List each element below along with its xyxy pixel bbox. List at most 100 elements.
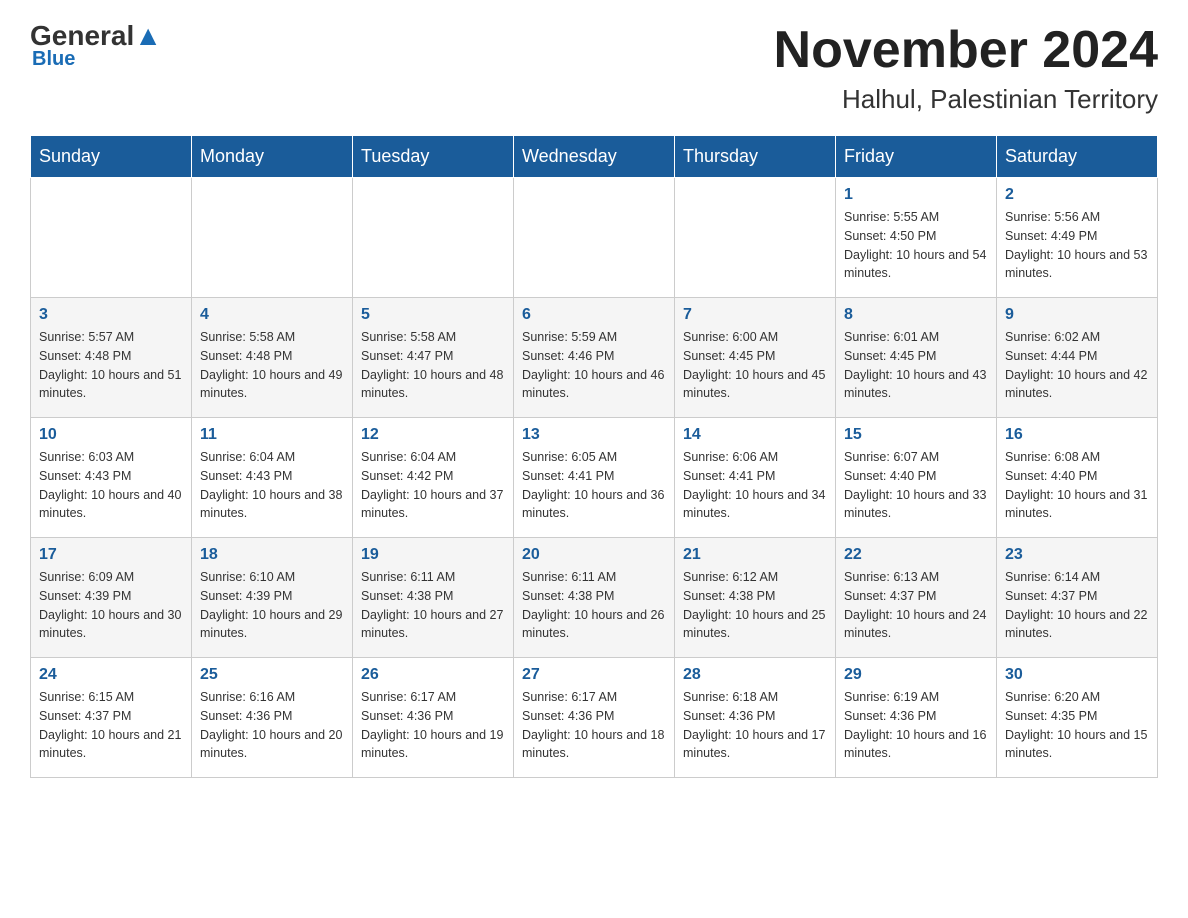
calendar-day-cell: 14 Sunrise: 6:06 AM Sunset: 4:41 PM Dayli… (675, 418, 836, 538)
calendar-day-cell: 12 Sunrise: 6:04 AM Sunset: 4:42 PM Dayli… (353, 418, 514, 538)
calendar-day-cell: 26 Sunrise: 6:17 AM Sunset: 4:36 PM Dayli… (353, 658, 514, 778)
day-info: Sunrise: 6:17 AM Sunset: 4:36 PM Dayligh… (361, 688, 505, 763)
day-info: Sunrise: 6:09 AM Sunset: 4:39 PM Dayligh… (39, 568, 183, 643)
calendar-day-cell: 15 Sunrise: 6:07 AM Sunset: 4:40 PM Dayli… (836, 418, 997, 538)
day-info: Sunrise: 6:20 AM Sunset: 4:35 PM Dayligh… (1005, 688, 1149, 763)
day-info: Sunrise: 5:58 AM Sunset: 4:47 PM Dayligh… (361, 328, 505, 403)
calendar-day-cell: 29Sunrise: 6:19 AM Sunset: 4:36 PM Dayli… (836, 658, 997, 778)
day-info: Sunrise: 6:12 AM Sunset: 4:38 PM Dayligh… (683, 568, 827, 643)
day-number: 20 (522, 546, 666, 564)
month-title: November 2024 (774, 20, 1158, 80)
calendar-day-cell (353, 178, 514, 298)
day-number: 9 (1005, 306, 1149, 324)
day-info: Sunrise: 5:56 AM Sunset: 4:49 PM Dayligh… (1005, 208, 1149, 283)
calendar-day-cell: 21Sunrise: 6:12 AM Sunset: 4:38 PM Dayli… (675, 538, 836, 658)
calendar-day-cell (31, 178, 192, 298)
calendar-day-cell (514, 178, 675, 298)
day-number: 30 (1005, 666, 1149, 684)
calendar-day-cell: 30 Sunrise: 6:20 AM Sunset: 4:35 PM Dayli… (997, 658, 1158, 778)
calendar-day-cell: 1 Sunrise: 5:55 AM Sunset: 4:50 PM Daylig… (836, 178, 997, 298)
calendar-day-cell: 13 Sunrise: 6:05 AM Sunset: 4:41 PM Dayli… (514, 418, 675, 538)
day-number: 18 (200, 546, 344, 564)
logo-blue-text: ▲ (134, 20, 162, 52)
calendar-day-cell: 5 Sunrise: 5:58 AM Sunset: 4:47 PM Daylig… (353, 298, 514, 418)
day-number: 19 (361, 546, 505, 564)
logo: General ▲ Blue (30, 20, 162, 71)
calendar-header-row: SundayMondayTuesdayWednesdayThursdayFrid… (31, 136, 1158, 178)
calendar-day-cell: 8 Sunrise: 6:01 AM Sunset: 4:45 PM Daylig… (836, 298, 997, 418)
calendar-day-cell: 20 Sunrise: 6:11 AM Sunset: 4:38 PM Dayli… (514, 538, 675, 658)
day-number: 4 (200, 306, 344, 324)
day-number: 2 (1005, 186, 1149, 204)
day-of-week-header: Saturday (997, 136, 1158, 178)
day-info: Sunrise: 6:16 AM Sunset: 4:36 PM Dayligh… (200, 688, 344, 763)
calendar-day-cell: 27Sunrise: 6:17 AM Sunset: 4:36 PM Dayli… (514, 658, 675, 778)
day-of-week-header: Thursday (675, 136, 836, 178)
day-number: 23 (1005, 546, 1149, 564)
calendar-day-cell: 22 Sunrise: 6:13 AM Sunset: 4:37 PM Dayli… (836, 538, 997, 658)
day-number: 15 (844, 426, 988, 444)
day-info: Sunrise: 6:11 AM Sunset: 4:38 PM Dayligh… (522, 568, 666, 643)
title-section: November 2024 Halhul, Palestinian Territ… (774, 20, 1158, 115)
day-info: Sunrise: 6:17 AM Sunset: 4:36 PM Dayligh… (522, 688, 666, 763)
calendar-week-row: 3 Sunrise: 5:57 AM Sunset: 4:48 PM Daylig… (31, 298, 1158, 418)
day-number: 14 (683, 426, 827, 444)
day-number: 25 (200, 666, 344, 684)
day-info: Sunrise: 5:55 AM Sunset: 4:50 PM Dayligh… (844, 208, 988, 283)
calendar-day-cell: 3 Sunrise: 5:57 AM Sunset: 4:48 PM Daylig… (31, 298, 192, 418)
day-number: 17 (39, 546, 183, 564)
day-info: Sunrise: 6:08 AM Sunset: 4:40 PM Dayligh… (1005, 448, 1149, 523)
day-number: 5 (361, 306, 505, 324)
calendar-table: SundayMondayTuesdayWednesdayThursdayFrid… (30, 135, 1158, 778)
calendar-day-cell: 24 Sunrise: 6:15 AM Sunset: 4:37 PM Dayli… (31, 658, 192, 778)
day-of-week-header: Friday (836, 136, 997, 178)
calendar-day-cell: 25 Sunrise: 6:16 AM Sunset: 4:36 PM Dayli… (192, 658, 353, 778)
day-number: 22 (844, 546, 988, 564)
calendar-day-cell (675, 178, 836, 298)
calendar-day-cell: 19 Sunrise: 6:11 AM Sunset: 4:38 PM Dayli… (353, 538, 514, 658)
location-title: Halhul, Palestinian Territory (774, 84, 1158, 115)
day-info: Sunrise: 6:13 AM Sunset: 4:37 PM Dayligh… (844, 568, 988, 643)
calendar-day-cell: 11Sunrise: 6:04 AM Sunset: 4:43 PM Dayli… (192, 418, 353, 538)
day-info: Sunrise: 6:11 AM Sunset: 4:38 PM Dayligh… (361, 568, 505, 643)
day-info: Sunrise: 6:02 AM Sunset: 4:44 PM Dayligh… (1005, 328, 1149, 403)
day-number: 6 (522, 306, 666, 324)
day-number: 7 (683, 306, 827, 324)
calendar-day-cell: 2 Sunrise: 5:56 AM Sunset: 4:49 PM Daylig… (997, 178, 1158, 298)
day-number: 24 (39, 666, 183, 684)
day-info: Sunrise: 5:59 AM Sunset: 4:46 PM Dayligh… (522, 328, 666, 403)
calendar-day-cell: 7Sunrise: 6:00 AM Sunset: 4:45 PM Daylig… (675, 298, 836, 418)
calendar-day-cell: 17 Sunrise: 6:09 AM Sunset: 4:39 PM Dayli… (31, 538, 192, 658)
calendar-day-cell: 16Sunrise: 6:08 AM Sunset: 4:40 PM Dayli… (997, 418, 1158, 538)
day-info: Sunrise: 5:58 AM Sunset: 4:48 PM Dayligh… (200, 328, 344, 403)
day-of-week-header: Tuesday (353, 136, 514, 178)
day-info: Sunrise: 6:04 AM Sunset: 4:42 PM Dayligh… (361, 448, 505, 523)
calendar-day-cell (192, 178, 353, 298)
day-info: Sunrise: 6:19 AM Sunset: 4:36 PM Dayligh… (844, 688, 988, 763)
day-of-week-header: Monday (192, 136, 353, 178)
calendar-day-cell: 18 Sunrise: 6:10 AM Sunset: 4:39 PM Dayli… (192, 538, 353, 658)
calendar-day-cell: 6 Sunrise: 5:59 AM Sunset: 4:46 PM Daylig… (514, 298, 675, 418)
calendar-day-cell: 9 Sunrise: 6:02 AM Sunset: 4:44 PM Daylig… (997, 298, 1158, 418)
day-info: Sunrise: 6:10 AM Sunset: 4:39 PM Dayligh… (200, 568, 344, 643)
day-info: Sunrise: 6:06 AM Sunset: 4:41 PM Dayligh… (683, 448, 827, 523)
day-info: Sunrise: 5:57 AM Sunset: 4:48 PM Dayligh… (39, 328, 183, 403)
calendar-week-row: 24 Sunrise: 6:15 AM Sunset: 4:37 PM Dayli… (31, 658, 1158, 778)
day-info: Sunrise: 6:04 AM Sunset: 4:43 PM Dayligh… (200, 448, 344, 523)
day-number: 12 (361, 426, 505, 444)
day-info: Sunrise: 6:15 AM Sunset: 4:37 PM Dayligh… (39, 688, 183, 763)
day-info: Sunrise: 6:03 AM Sunset: 4:43 PM Dayligh… (39, 448, 183, 523)
day-info: Sunrise: 6:01 AM Sunset: 4:45 PM Dayligh… (844, 328, 988, 403)
day-number: 26 (361, 666, 505, 684)
calendar-day-cell: 23 Sunrise: 6:14 AM Sunset: 4:37 PM Dayli… (997, 538, 1158, 658)
day-number: 1 (844, 186, 988, 204)
day-info: Sunrise: 6:07 AM Sunset: 4:40 PM Dayligh… (844, 448, 988, 523)
calendar-day-cell: 4 Sunrise: 5:58 AM Sunset: 4:48 PM Daylig… (192, 298, 353, 418)
day-number: 8 (844, 306, 988, 324)
day-number: 13 (522, 426, 666, 444)
day-info: Sunrise: 6:05 AM Sunset: 4:41 PM Dayligh… (522, 448, 666, 523)
calendar-week-row: 17 Sunrise: 6:09 AM Sunset: 4:39 PM Dayli… (31, 538, 1158, 658)
day-info: Sunrise: 6:14 AM Sunset: 4:37 PM Dayligh… (1005, 568, 1149, 643)
day-of-week-header: Wednesday (514, 136, 675, 178)
day-number: 3 (39, 306, 183, 324)
